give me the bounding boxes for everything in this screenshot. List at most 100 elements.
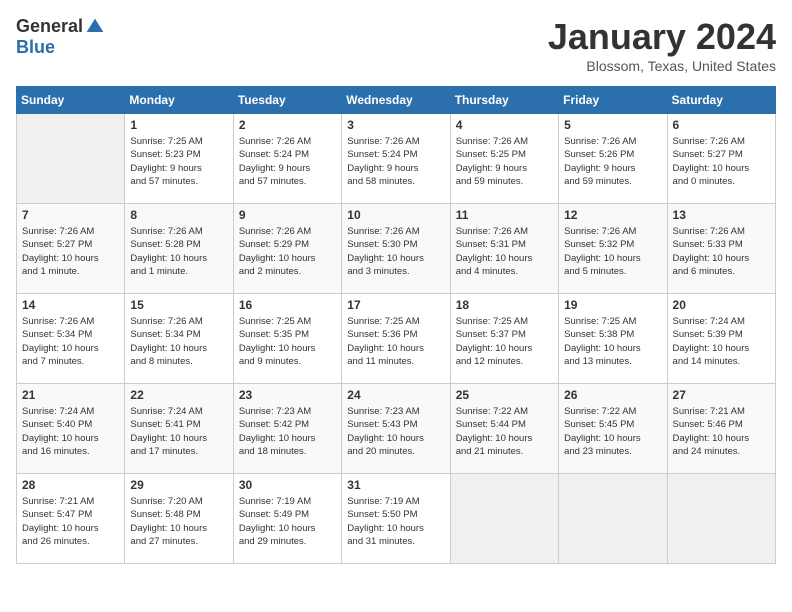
table-row: 6 Sunrise: 7:26 AM Sunset: 5:27 PM Daylig… <box>667 114 775 204</box>
table-row: 10 Sunrise: 7:26 AM Sunset: 5:30 PM Dayli… <box>342 204 450 294</box>
header-friday: Friday <box>559 87 667 114</box>
calendar-week-row: 14 Sunrise: 7:26 AM Sunset: 5:34 PM Dayli… <box>17 294 776 384</box>
day-number: 16 <box>239 298 336 312</box>
day-number: 24 <box>347 388 444 402</box>
table-row: 27 Sunrise: 7:21 AM Sunset: 5:46 PM Dayli… <box>667 384 775 474</box>
day-info: Sunrise: 7:26 AM Sunset: 5:34 PM Dayligh… <box>22 315 119 368</box>
table-row: 3Sunrise: 7:26 AM Sunset: 5:24 PM Daylig… <box>342 114 450 204</box>
day-info: Sunrise: 7:26 AM Sunset: 5:34 PM Dayligh… <box>130 315 227 368</box>
table-row: 31Sunrise: 7:19 AM Sunset: 5:50 PM Dayli… <box>342 474 450 564</box>
day-info: Sunrise: 7:24 AM Sunset: 5:41 PM Dayligh… <box>130 405 227 458</box>
day-number: 31 <box>347 478 444 492</box>
day-number: 30 <box>239 478 336 492</box>
location-text: Blossom, Texas, United States <box>548 58 776 74</box>
day-info: Sunrise: 7:26 AM Sunset: 5:24 PM Dayligh… <box>347 135 444 188</box>
day-number: 14 <box>22 298 119 312</box>
day-number: 23 <box>239 388 336 402</box>
day-number: 2 <box>239 118 336 132</box>
day-info: Sunrise: 7:25 AM Sunset: 5:37 PM Dayligh… <box>456 315 553 368</box>
table-row: 24 Sunrise: 7:23 AM Sunset: 5:43 PM Dayli… <box>342 384 450 474</box>
table-row: 28Sunrise: 7:21 AM Sunset: 5:47 PM Dayli… <box>17 474 125 564</box>
logo-icon <box>85 17 105 37</box>
month-title: January 2024 <box>548 16 776 58</box>
day-info: Sunrise: 7:26 AM Sunset: 5:24 PM Dayligh… <box>239 135 336 188</box>
table-row <box>559 474 667 564</box>
table-row: 9Sunrise: 7:26 AM Sunset: 5:29 PM Daylig… <box>233 204 341 294</box>
day-info: Sunrise: 7:26 AM Sunset: 5:33 PM Dayligh… <box>673 225 770 278</box>
table-row: 22 Sunrise: 7:24 AM Sunset: 5:41 PM Dayli… <box>125 384 233 474</box>
header-tuesday: Tuesday <box>233 87 341 114</box>
table-row: 12 Sunrise: 7:26 AM Sunset: 5:32 PM Dayli… <box>559 204 667 294</box>
logo: General Blue <box>16 16 105 58</box>
day-number: 22 <box>130 388 227 402</box>
day-info: Sunrise: 7:24 AM Sunset: 5:40 PM Dayligh… <box>22 405 119 458</box>
calendar-week-row: 21 Sunrise: 7:24 AM Sunset: 5:40 PM Dayli… <box>17 384 776 474</box>
day-info: Sunrise: 7:26 AM Sunset: 5:27 PM Dayligh… <box>22 225 119 278</box>
day-info: Sunrise: 7:26 AM Sunset: 5:31 PM Dayligh… <box>456 225 553 278</box>
day-number: 25 <box>456 388 553 402</box>
day-info: Sunrise: 7:23 AM Sunset: 5:42 PM Dayligh… <box>239 405 336 458</box>
day-number: 6 <box>673 118 770 132</box>
table-row: 15Sunrise: 7:26 AM Sunset: 5:34 PM Dayli… <box>125 294 233 384</box>
table-row: 1 Sunrise: 7:25 AM Sunset: 5:23 PM Daylig… <box>125 114 233 204</box>
day-number: 8 <box>130 208 227 222</box>
day-number: 10 <box>347 208 444 222</box>
table-row: 20Sunrise: 7:24 AM Sunset: 5:39 PM Dayli… <box>667 294 775 384</box>
table-row: 14 Sunrise: 7:26 AM Sunset: 5:34 PM Dayli… <box>17 294 125 384</box>
day-info: Sunrise: 7:26 AM Sunset: 5:32 PM Dayligh… <box>564 225 661 278</box>
calendar-week-row: 7 Sunrise: 7:26 AM Sunset: 5:27 PM Daylig… <box>17 204 776 294</box>
day-number: 11 <box>456 208 553 222</box>
day-number: 18 <box>456 298 553 312</box>
table-row: 7 Sunrise: 7:26 AM Sunset: 5:27 PM Daylig… <box>17 204 125 294</box>
header-thursday: Thursday <box>450 87 558 114</box>
table-row: 30 Sunrise: 7:19 AM Sunset: 5:49 PM Dayli… <box>233 474 341 564</box>
day-info: Sunrise: 7:25 AM Sunset: 5:36 PM Dayligh… <box>347 315 444 368</box>
day-info: Sunrise: 7:19 AM Sunset: 5:49 PM Dayligh… <box>239 495 336 548</box>
table-row <box>667 474 775 564</box>
table-row: 19 Sunrise: 7:25 AM Sunset: 5:38 PM Dayli… <box>559 294 667 384</box>
day-info: Sunrise: 7:23 AM Sunset: 5:43 PM Dayligh… <box>347 405 444 458</box>
day-info: Sunrise: 7:21 AM Sunset: 5:47 PM Dayligh… <box>22 495 119 548</box>
day-info: Sunrise: 7:26 AM Sunset: 5:26 PM Dayligh… <box>564 135 661 188</box>
calendar-week-row: 1 Sunrise: 7:25 AM Sunset: 5:23 PM Daylig… <box>17 114 776 204</box>
day-info: Sunrise: 7:21 AM Sunset: 5:46 PM Dayligh… <box>673 405 770 458</box>
day-info: Sunrise: 7:26 AM Sunset: 5:27 PM Dayligh… <box>673 135 770 188</box>
day-info: Sunrise: 7:26 AM Sunset: 5:28 PM Dayligh… <box>130 225 227 278</box>
day-number: 1 <box>130 118 227 132</box>
day-number: 7 <box>22 208 119 222</box>
calendar-week-row: 28Sunrise: 7:21 AM Sunset: 5:47 PM Dayli… <box>17 474 776 564</box>
day-info: Sunrise: 7:26 AM Sunset: 5:25 PM Dayligh… <box>456 135 553 188</box>
title-section: January 2024 Blossom, Texas, United Stat… <box>548 16 776 74</box>
table-row: 18 Sunrise: 7:25 AM Sunset: 5:37 PM Dayli… <box>450 294 558 384</box>
table-row: 5Sunrise: 7:26 AM Sunset: 5:26 PM Daylig… <box>559 114 667 204</box>
table-row: 23 Sunrise: 7:23 AM Sunset: 5:42 PM Dayli… <box>233 384 341 474</box>
day-number: 9 <box>239 208 336 222</box>
table-row <box>450 474 558 564</box>
table-row: 25 Sunrise: 7:22 AM Sunset: 5:44 PM Dayli… <box>450 384 558 474</box>
day-number: 29 <box>130 478 227 492</box>
table-row: 29 Sunrise: 7:20 AM Sunset: 5:48 PM Dayli… <box>125 474 233 564</box>
day-number: 19 <box>564 298 661 312</box>
day-info: Sunrise: 7:26 AM Sunset: 5:30 PM Dayligh… <box>347 225 444 278</box>
calendar-header-row: Sunday Monday Tuesday Wednesday Thursday… <box>17 87 776 114</box>
page-header: General Blue January 2024 Blossom, Texas… <box>16 16 776 74</box>
table-row: 13Sunrise: 7:26 AM Sunset: 5:33 PM Dayli… <box>667 204 775 294</box>
day-info: Sunrise: 7:25 AM Sunset: 5:23 PM Dayligh… <box>130 135 227 188</box>
table-row: 16Sunrise: 7:25 AM Sunset: 5:35 PM Dayli… <box>233 294 341 384</box>
day-number: 4 <box>456 118 553 132</box>
day-info: Sunrise: 7:25 AM Sunset: 5:38 PM Dayligh… <box>564 315 661 368</box>
header-sunday: Sunday <box>17 87 125 114</box>
day-number: 12 <box>564 208 661 222</box>
day-number: 17 <box>347 298 444 312</box>
day-info: Sunrise: 7:22 AM Sunset: 5:44 PM Dayligh… <box>456 405 553 458</box>
day-number: 21 <box>22 388 119 402</box>
header-wednesday: Wednesday <box>342 87 450 114</box>
table-row: 26Sunrise: 7:22 AM Sunset: 5:45 PM Dayli… <box>559 384 667 474</box>
table-row: 11 Sunrise: 7:26 AM Sunset: 5:31 PM Dayli… <box>450 204 558 294</box>
day-info: Sunrise: 7:24 AM Sunset: 5:39 PM Dayligh… <box>673 315 770 368</box>
header-saturday: Saturday <box>667 87 775 114</box>
table-row: 21 Sunrise: 7:24 AM Sunset: 5:40 PM Dayli… <box>17 384 125 474</box>
day-number: 27 <box>673 388 770 402</box>
day-info: Sunrise: 7:22 AM Sunset: 5:45 PM Dayligh… <box>564 405 661 458</box>
day-info: Sunrise: 7:20 AM Sunset: 5:48 PM Dayligh… <box>130 495 227 548</box>
